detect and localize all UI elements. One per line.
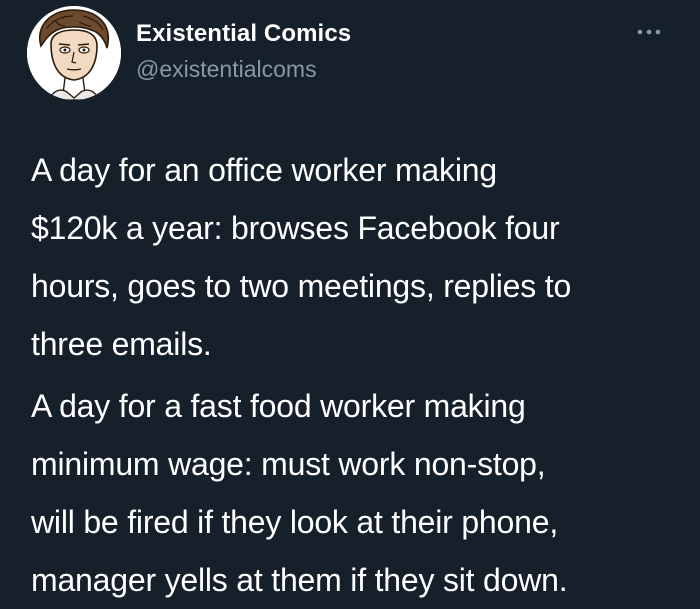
tweet-line: A day for a fast food worker making xyxy=(31,388,526,424)
tweet-line: A day for an office worker making xyxy=(31,152,497,188)
author-avatar[interactable] xyxy=(27,6,121,100)
tweet-line: manager yells at them if they sit down. xyxy=(31,562,568,598)
author-handle[interactable]: @existentialcoms xyxy=(136,56,317,83)
more-options-button[interactable] xyxy=(634,22,664,42)
author-display-name[interactable]: Existential Comics xyxy=(136,20,351,48)
tweet-paragraph: A day for an office worker making $120k … xyxy=(31,141,681,373)
tweet-text: A day for an office worker making $120k … xyxy=(31,141,681,609)
tweet-line: $120k a year: browses Facebook four xyxy=(31,210,560,246)
tweet-line: minimum wage: must work non-stop, xyxy=(31,446,546,482)
tweet-paragraph: A day for a fast food worker making mini… xyxy=(31,377,681,609)
tweet-card: Existential Comics @existentialcoms A da… xyxy=(0,0,700,609)
cartoon-portrait-avatar-icon xyxy=(27,6,121,100)
tweet-line: three emails. xyxy=(31,326,212,362)
tweet-line: will be fired if they look at their phon… xyxy=(31,504,559,540)
more-options-icon xyxy=(637,29,661,35)
tweet-line: hours, goes to two meetings, replies to xyxy=(31,268,572,304)
